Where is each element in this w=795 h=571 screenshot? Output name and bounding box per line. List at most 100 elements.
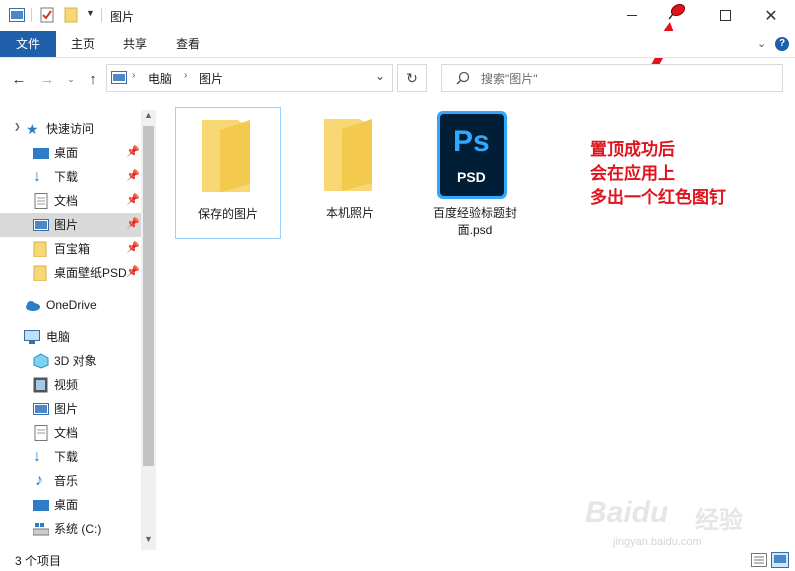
computer-icon bbox=[24, 330, 40, 344]
sidebar-item-label: 图片 bbox=[54, 218, 79, 232]
sidebar-item-pc-desktop[interactable]: 桌面 bbox=[0, 493, 141, 517]
sidebar-item-label: 下载 bbox=[54, 450, 79, 464]
file-name: 百度经验标题封 面.psd bbox=[432, 206, 517, 237]
expand-ribbon-icon[interactable]: ⌄ bbox=[757, 37, 766, 50]
pictures-app-icon bbox=[9, 8, 25, 22]
file-item[interactable]: Ps PSD 百度经验标题封 面.psd bbox=[423, 107, 527, 237]
maximize-button[interactable] bbox=[702, 0, 748, 31]
up-button[interactable]: ↑ bbox=[84, 70, 102, 88]
expand-chevron-icon[interactable]: ❯ bbox=[14, 122, 21, 131]
sidebar-item-quick-access[interactable]: ❯ ★ 快速访问 bbox=[0, 117, 141, 141]
new-folder-icon[interactable] bbox=[64, 7, 78, 23]
sidebar-item-label: OneDrive bbox=[46, 298, 97, 312]
tab-home[interactable]: 主页 bbox=[71, 31, 95, 57]
sidebar-item-pc-pictures[interactable]: 图片 bbox=[0, 397, 141, 421]
forward-button[interactable]: → bbox=[38, 70, 56, 88]
status-bar: 3 个项目 bbox=[0, 550, 795, 571]
chevron-down-icon[interactable]: ▼ bbox=[86, 8, 95, 18]
pictures-icon bbox=[111, 71, 127, 84]
download-icon: ↓ bbox=[33, 448, 41, 465]
sidebar-item-videos[interactable]: 视频 bbox=[0, 373, 141, 397]
sidebar-item-label: 桌面 bbox=[54, 498, 79, 512]
chevron-down-icon: ⌄ bbox=[67, 73, 75, 84]
sidebar-item-pc-downloads[interactable]: ↓ 下载 bbox=[0, 445, 141, 469]
close-icon: ✕ bbox=[764, 7, 778, 25]
file-item[interactable]: 本机照片 bbox=[298, 107, 402, 237]
document-icon bbox=[34, 425, 48, 441]
search-input[interactable]: 搜索"图片" bbox=[481, 70, 538, 87]
sidebar-item-desktop[interactable]: 桌面 📌 bbox=[0, 141, 141, 165]
arrow-right-icon: → bbox=[39, 70, 55, 88]
folder-icon bbox=[33, 265, 47, 281]
file-name: 本机照片 bbox=[325, 206, 374, 220]
search-box[interactable]: 搜索"图片" bbox=[441, 64, 783, 92]
refresh-button[interactable]: ↻ bbox=[397, 64, 427, 92]
sidebar-item-documents[interactable]: 文档 📌 bbox=[0, 189, 141, 213]
sidebar-item-label: 系统 (C:) bbox=[54, 522, 102, 536]
sidebar-item-wallpaper-psd[interactable]: 桌面壁纸PSD 📌 bbox=[0, 261, 141, 285]
recent-locations-button[interactable]: ⌄ bbox=[62, 70, 80, 88]
cloud-icon bbox=[26, 301, 40, 311]
tab-file[interactable]: 文件 bbox=[0, 31, 56, 57]
tab-share[interactable]: 共享 bbox=[123, 31, 147, 57]
large-icons-view-icon[interactable] bbox=[771, 552, 789, 568]
pictures-icon bbox=[33, 403, 49, 415]
download-icon: ↓ bbox=[33, 168, 41, 185]
sidebar-item-onedrive[interactable]: OneDrive bbox=[0, 293, 141, 317]
ribbon-tabs: 文件 主页 共享 查看 ⌄ ? bbox=[0, 31, 795, 58]
music-icon: ♪ bbox=[35, 472, 43, 489]
close-button[interactable]: ✕ bbox=[748, 0, 794, 31]
address-bar[interactable]: › 电脑 › 图片 ⌄ bbox=[106, 64, 393, 92]
scroll-up-icon[interactable]: ▲ bbox=[144, 110, 153, 120]
folder-icon bbox=[33, 241, 47, 257]
star-icon: ★ bbox=[26, 121, 39, 137]
video-icon bbox=[33, 377, 48, 393]
sidebar-item-downloads[interactable]: ↓ 下载 📌 bbox=[0, 165, 141, 189]
pin-icon[interactable]: 📌 bbox=[126, 241, 140, 254]
drive-icon bbox=[33, 523, 49, 536]
sidebar-item-music[interactable]: ♪ 音乐 bbox=[0, 469, 141, 493]
file-name: 保存的图片 bbox=[197, 207, 258, 221]
sidebar-item-label: 桌面壁纸PSD bbox=[54, 266, 127, 280]
breadcrumb-this-pc[interactable]: 电脑 bbox=[148, 70, 172, 87]
scroll-down-icon[interactable]: ▼ bbox=[144, 534, 153, 544]
sidebar-item-pc-documents[interactable]: 文档 bbox=[0, 421, 141, 445]
pin-icon[interactable]: 📌 bbox=[126, 193, 140, 206]
window-title: 图片 bbox=[110, 10, 135, 24]
pin-icon[interactable]: 📌 bbox=[126, 217, 140, 230]
search-icon bbox=[456, 71, 470, 85]
sidebar-item-system-drive[interactable]: 系统 (C:) bbox=[0, 517, 141, 541]
arrow-up-icon: ↑ bbox=[89, 70, 97, 88]
arrow-left-icon: ← bbox=[11, 70, 27, 88]
pin-icon[interactable]: 📌 bbox=[126, 265, 140, 278]
pin-icon[interactable]: 📌 bbox=[126, 145, 140, 158]
item-count: 3 个项目 bbox=[15, 554, 62, 568]
details-view-icon[interactable] bbox=[751, 553, 767, 567]
sidebar-item-label: 桌面 bbox=[54, 146, 79, 160]
help-icon[interactable]: ? bbox=[775, 37, 789, 51]
scrollbar-thumb[interactable] bbox=[143, 126, 154, 466]
photoshop-file-icon: Ps PSD bbox=[437, 111, 507, 199]
tab-view[interactable]: 查看 bbox=[176, 31, 200, 57]
sidebar-item-toolbox[interactable]: 百宝箱 📌 bbox=[0, 237, 141, 261]
back-button[interactable]: ← bbox=[10, 70, 28, 88]
breadcrumb-pictures[interactable]: 图片 bbox=[199, 70, 223, 87]
refresh-icon: ↻ bbox=[406, 69, 418, 86]
properties-icon[interactable] bbox=[40, 7, 54, 23]
chevron-right-icon: › bbox=[184, 70, 188, 81]
sidebar-item-label: 3D 对象 bbox=[54, 354, 97, 368]
address-dropdown-icon[interactable]: ⌄ bbox=[375, 69, 385, 83]
file-item[interactable]: 保存的图片 bbox=[175, 107, 281, 239]
pin-icon[interactable]: 📌 bbox=[126, 169, 140, 182]
red-pin-icon bbox=[668, 3, 686, 20]
folder-icon bbox=[202, 120, 250, 192]
sidebar-item-label: 百宝箱 bbox=[54, 242, 91, 256]
pictures-icon bbox=[33, 219, 49, 231]
sidebar-item-3d-objects[interactable]: 3D 对象 bbox=[0, 349, 141, 373]
sidebar-item-pictures[interactable]: 图片 📌 bbox=[0, 213, 141, 237]
sidebar-item-label: 下载 bbox=[54, 170, 79, 184]
sidebar-item-label: 图片 bbox=[54, 402, 79, 416]
sidebar-item-label: 电脑 bbox=[46, 330, 71, 344]
sidebar-item-label: 快速访问 bbox=[46, 122, 95, 136]
sidebar-item-this-pc[interactable]: 电脑 bbox=[0, 325, 141, 349]
